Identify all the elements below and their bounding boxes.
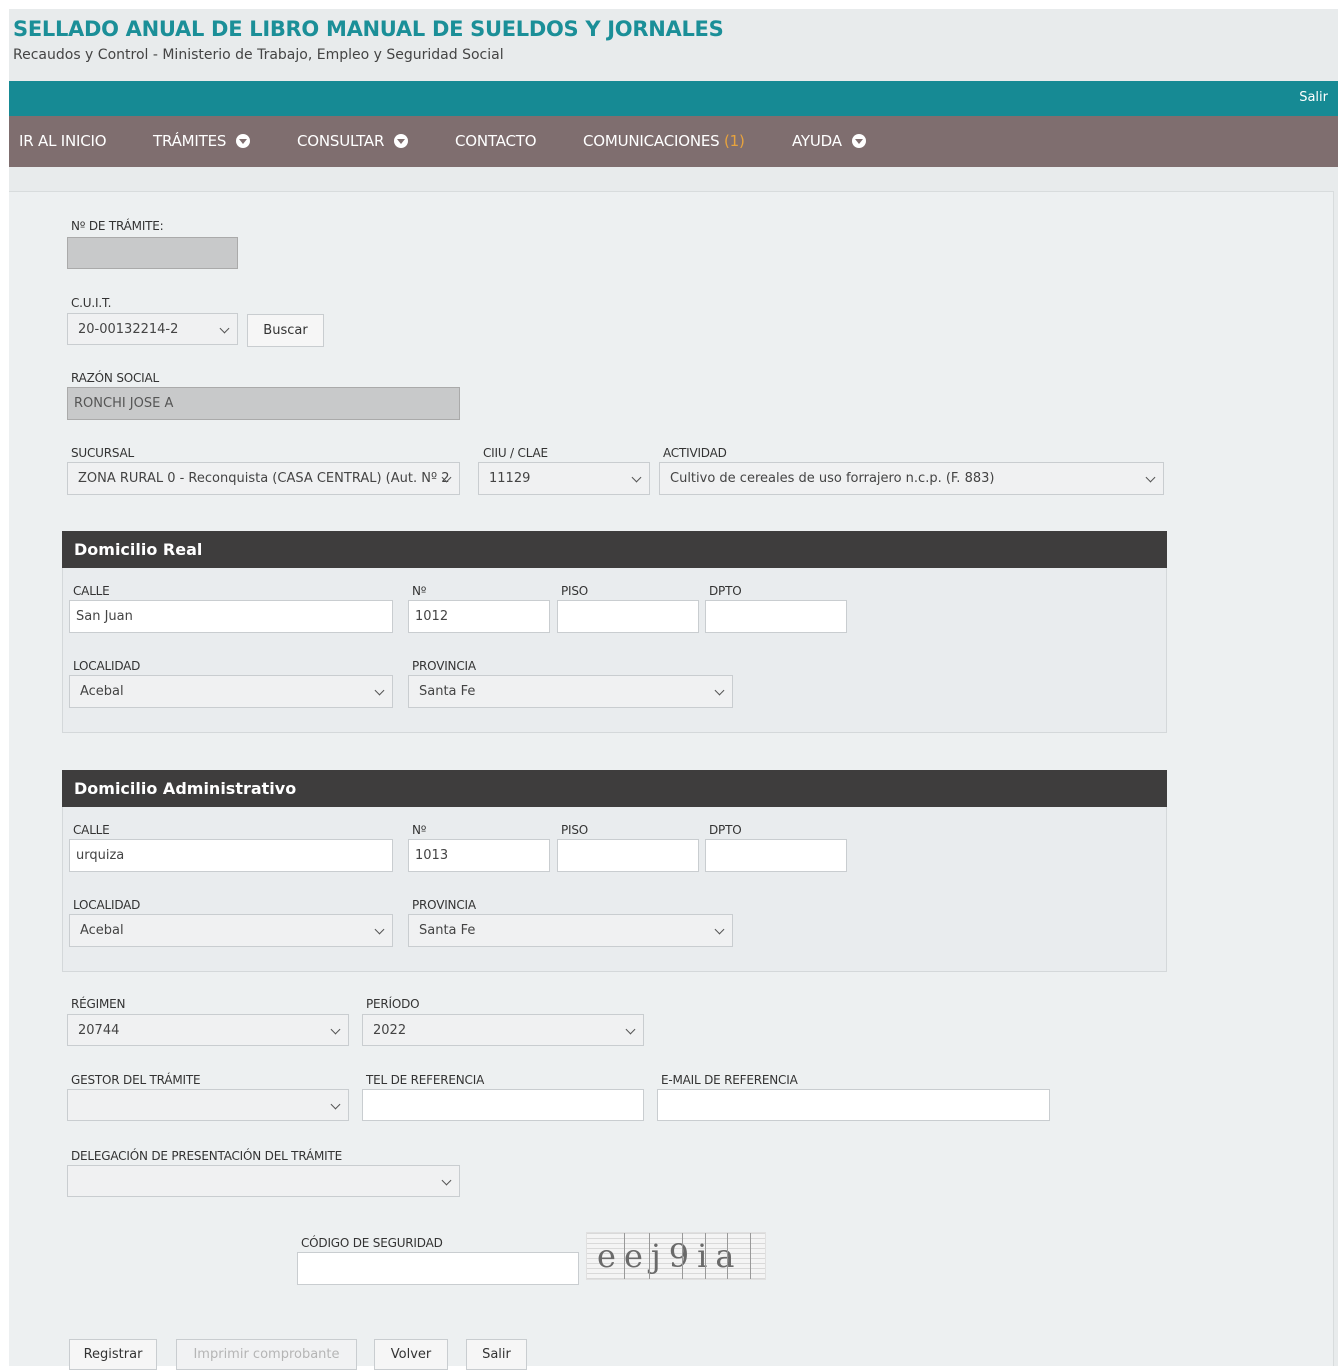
real-provincia-select[interactable]: Santa Fe (408, 675, 733, 708)
logout-link[interactable]: Salir (1299, 90, 1328, 105)
gestor-label: GESTOR DEL TRÁMITE (71, 1073, 201, 1087)
email-label: E-MAIL DE REFERENCIA (661, 1073, 798, 1087)
ciiu-label: CIIU / CLAE (483, 446, 548, 460)
gestor-select[interactable] (67, 1089, 349, 1121)
nav-consultar-label: CONSULTAR (297, 132, 385, 150)
cuit-label: C.U.I.T. (71, 296, 112, 310)
real-calle-label: CALLE (73, 584, 110, 598)
admin-piso-input[interactable] (557, 839, 699, 872)
admin-dpto-label: DPTO (709, 823, 742, 837)
actividad-select[interactable]: Cultivo de cereales de uso forrajero n.c… (659, 462, 1164, 495)
nav-comunicaciones-label: COMUNICACIONES (583, 132, 720, 150)
salir-button[interactable]: Salir (466, 1339, 527, 1370)
nav-home[interactable]: IR AL INICIO (19, 132, 107, 150)
nav-comunicaciones[interactable]: COMUNICACIONES (1) (583, 132, 745, 150)
nav-contacto[interactable]: CONTACTO (455, 132, 537, 150)
registrar-button[interactable]: Registrar (69, 1339, 157, 1370)
cuit-select[interactable]: 20-00132214-2 (67, 313, 238, 345)
actividad-label: ACTIVIDAD (663, 446, 727, 460)
form-container: Nº DE TRÁMITE: C.U.I.T. 20-00132214-2 Bu… (9, 191, 1334, 1370)
tramite-number-label: Nº DE TRÁMITE: (71, 219, 164, 233)
nav-tramites[interactable]: TRÁMITES (153, 132, 251, 150)
captcha-text: eej9ia (597, 1237, 743, 1275)
app-title: SELLADO ANUAL DE LIBRO MANUAL DE SUELDOS… (13, 17, 724, 41)
admin-provincia-select[interactable]: Santa Fe (408, 914, 733, 947)
top-bar: Salir (9, 81, 1338, 116)
chevron-down-icon (851, 134, 866, 148)
email-input[interactable] (657, 1089, 1050, 1121)
real-dpto-input[interactable] (705, 600, 847, 633)
sucursal-label: SUCURSAL (71, 446, 135, 460)
app-subtitle: Recaudos y Control - Ministerio de Traba… (13, 47, 504, 63)
delegacion-select[interactable] (67, 1165, 460, 1197)
admin-dpto-input[interactable] (705, 839, 847, 872)
admin-piso-label: PISO (561, 823, 589, 837)
admin-localidad-select[interactable]: Acebal (69, 914, 393, 947)
razon-social-field: RONCHI JOSE A (67, 387, 460, 420)
buscar-button[interactable]: Buscar (247, 314, 324, 347)
admin-calle-input[interactable]: urquiza (69, 839, 393, 872)
captcha-image: eej9ia (586, 1232, 766, 1280)
regimen-label: RÉGIMEN (71, 997, 126, 1011)
regimen-select[interactable]: 20744 (67, 1014, 349, 1046)
real-localidad-select[interactable]: Acebal (69, 675, 393, 708)
tramite-number-field (67, 237, 238, 269)
real-dpto-label: DPTO (709, 584, 742, 598)
nav-contacto-label: CONTACTO (455, 132, 537, 150)
tel-input[interactable] (362, 1089, 644, 1121)
admin-numero-input[interactable]: 1013 (408, 839, 550, 872)
main-nav: IR AL INICIO TRÁMITES CONSULTAR CONTACTO… (9, 116, 1338, 167)
periodo-select[interactable]: 2022 (362, 1014, 644, 1046)
nav-ayuda-label: AYUDA (792, 132, 842, 150)
ciiu-select[interactable]: 11129 (478, 462, 650, 495)
imprimir-comprobante-button[interactable]: Imprimir comprobante (176, 1339, 357, 1370)
tel-label: TEL DE REFERENCIA (366, 1073, 485, 1087)
volver-button[interactable]: Volver (374, 1339, 448, 1370)
security-code-label: CÓDIGO DE SEGURIDAD (301, 1236, 443, 1250)
real-piso-input[interactable] (557, 600, 699, 633)
comunicaciones-badge: (1) (724, 132, 745, 150)
periodo-label: PERÍODO (366, 997, 420, 1011)
admin-localidad-label: LOCALIDAD (73, 898, 141, 912)
real-numero-label: Nº (412, 584, 427, 598)
real-calle-input[interactable]: San Juan (69, 600, 393, 633)
nav-home-label: IR AL INICIO (19, 132, 107, 150)
nav-tramites-label: TRÁMITES (153, 132, 227, 150)
delegacion-label: DELEGACIÓN DE PRESENTACIÓN DEL TRÁMITE (71, 1149, 342, 1163)
real-piso-label: PISO (561, 584, 589, 598)
real-provincia-label: PROVINCIA (412, 659, 476, 673)
nav-consultar[interactable]: CONSULTAR (297, 132, 409, 150)
real-numero-input[interactable]: 1012 (408, 600, 550, 633)
domicilio-admin-title: Domicilio Administrativo (62, 770, 1167, 807)
page: SELLADO ANUAL DE LIBRO MANUAL DE SUELDOS… (9, 9, 1338, 1370)
real-localidad-label: LOCALIDAD (73, 659, 141, 673)
razon-social-label: RAZÓN SOCIAL (71, 371, 159, 385)
nav-ayuda[interactable]: AYUDA (792, 132, 866, 150)
security-code-input[interactable] (297, 1252, 579, 1285)
sucursal-select[interactable]: ZONA RURAL 0 - Reconquista (CASA CENTRAL… (67, 462, 460, 495)
admin-provincia-label: PROVINCIA (412, 898, 476, 912)
chevron-down-icon (236, 134, 251, 148)
admin-calle-label: CALLE (73, 823, 110, 837)
chevron-down-icon (394, 134, 409, 148)
domicilio-real-title: Domicilio Real (62, 531, 1167, 568)
admin-numero-label: Nº (412, 823, 427, 837)
